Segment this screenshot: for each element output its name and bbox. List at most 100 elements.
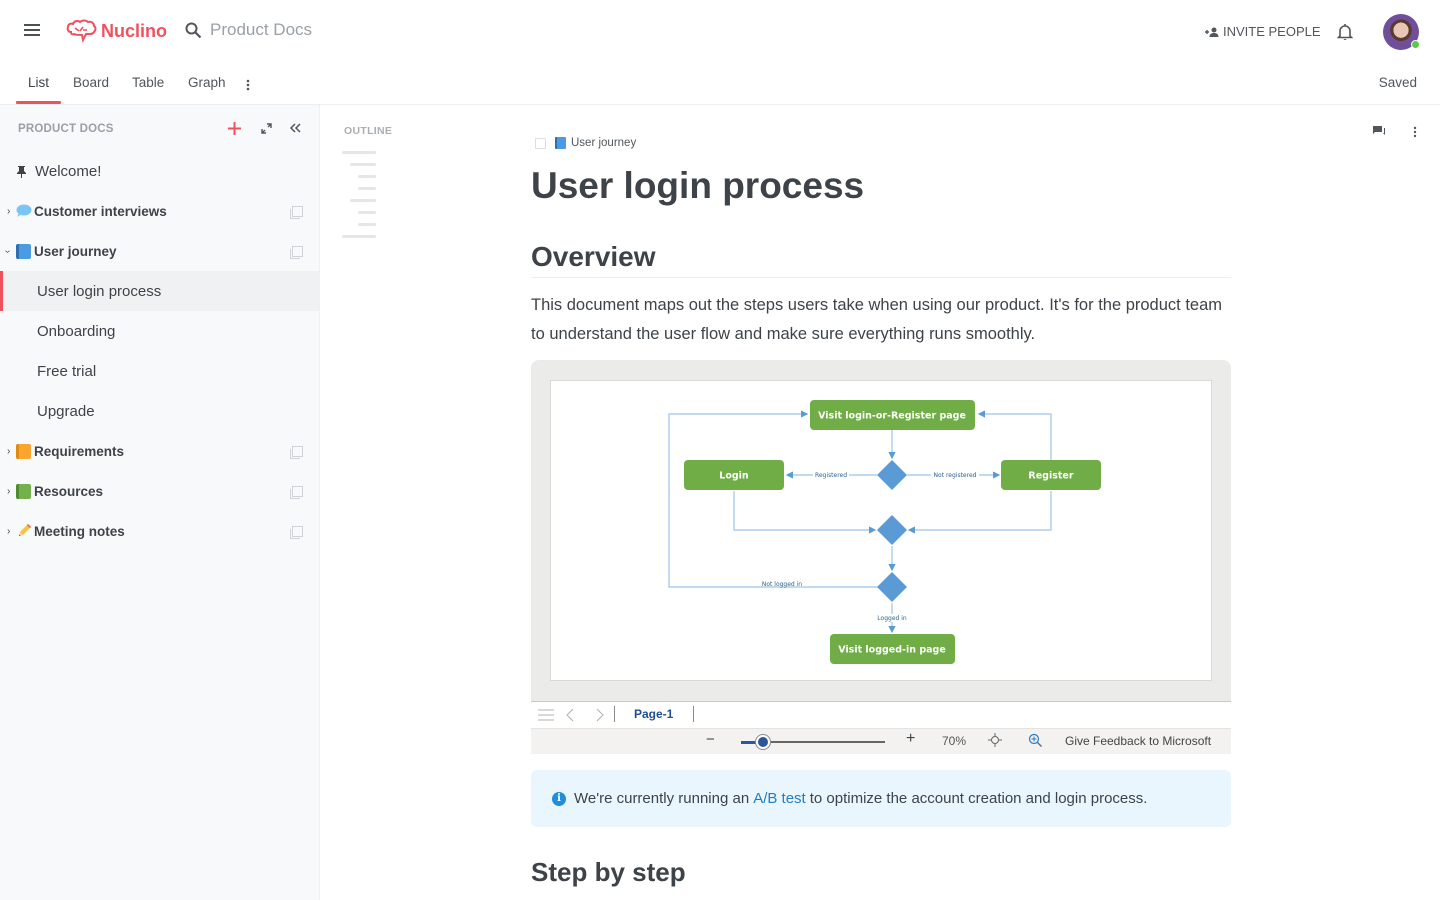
sidebar-item-requirements[interactable]: › Requirements bbox=[0, 431, 319, 471]
page-title[interactable]: User login process bbox=[531, 165, 864, 207]
node-label: Visit logged-in page bbox=[838, 645, 946, 656]
search-button[interactable]: Product Docs bbox=[185, 20, 312, 40]
more-vertical-icon[interactable] bbox=[245, 78, 251, 92]
hamburger-icon[interactable] bbox=[24, 24, 40, 40]
logo-text: Nuclino bbox=[101, 20, 167, 41]
sidebar-item-label: Upgrade bbox=[37, 402, 95, 420]
pages-menu-icon[interactable] bbox=[538, 709, 554, 721]
copy-icon[interactable] bbox=[290, 445, 303, 459]
tab-board[interactable]: Board bbox=[73, 75, 109, 102]
page-tab[interactable]: Page-1 bbox=[634, 707, 673, 721]
diagram-canvas[interactable]: Visit login-or-Register page Login Regis… bbox=[550, 380, 1212, 681]
outline-entry[interactable] bbox=[342, 235, 376, 238]
chevron-right-icon[interactable]: › bbox=[7, 526, 10, 537]
chevron-right-icon[interactable]: › bbox=[7, 446, 10, 457]
green-book-icon bbox=[16, 483, 31, 499]
edge-label-registered: Registered bbox=[815, 472, 847, 479]
outline-entry[interactable] bbox=[358, 211, 376, 214]
ab-test-link[interactable]: A/B test bbox=[753, 790, 806, 807]
info-icon: i bbox=[552, 791, 566, 806]
zoom-slider[interactable] bbox=[741, 735, 885, 749]
copy-icon[interactable] bbox=[290, 205, 303, 219]
user-avatar[interactable] bbox=[1383, 14, 1420, 50]
bell-icon bbox=[1336, 24, 1354, 41]
sidebar-item-welcome[interactable]: Welcome! bbox=[0, 151, 319, 191]
outline-label: OUTLINE bbox=[344, 125, 393, 137]
sidebar-item-label: Free trial bbox=[37, 362, 97, 380]
view-tabs: List Board Table Graph Saved bbox=[0, 64, 1440, 105]
edge-label-logged-in: Logged in bbox=[877, 615, 907, 622]
callout-text-after: to optimize the account creation and log… bbox=[809, 790, 1148, 807]
outline-entry[interactable] bbox=[358, 175, 376, 178]
sidebar-item-label: Meeting notes bbox=[34, 523, 125, 539]
copy-icon[interactable] bbox=[290, 485, 303, 499]
comments-icon[interactable] bbox=[1372, 125, 1386, 138]
zoom-in-button[interactable]: + bbox=[906, 730, 915, 748]
collapse-sidebar-icon[interactable] bbox=[289, 122, 301, 134]
orange-book-icon bbox=[16, 443, 31, 459]
copy-icon[interactable] bbox=[535, 137, 546, 149]
copy-icon[interactable] bbox=[290, 525, 303, 539]
flowchart: Visit login-or-Register page Login Regis… bbox=[668, 400, 1101, 664]
sidebar-item-label: Onboarding bbox=[37, 322, 116, 340]
sidebar-item-customer-interviews[interactable]: › Customer interviews bbox=[0, 191, 319, 231]
workspace-title: PRODUCT DOCS bbox=[18, 123, 114, 135]
outline-entry[interactable] bbox=[358, 223, 376, 226]
chevron-right-icon[interactable]: › bbox=[7, 206, 10, 217]
tab-list[interactable]: List bbox=[28, 75, 49, 102]
search-placeholder: Product Docs bbox=[210, 20, 313, 39]
notifications-button[interactable] bbox=[1336, 23, 1354, 46]
add-item-icon[interactable] bbox=[227, 121, 242, 136]
decision-merge bbox=[877, 515, 907, 545]
zoom-out-button[interactable]: − bbox=[706, 731, 715, 748]
divider bbox=[693, 706, 694, 722]
tab-graph[interactable]: Graph bbox=[188, 75, 226, 102]
sidebar-item-user-journey[interactable]: › User journey bbox=[0, 231, 319, 271]
embedded-diagram[interactable]: Visit login-or-Register page Login Regis… bbox=[531, 360, 1231, 754]
active-tab-indicator bbox=[16, 101, 61, 104]
breadcrumb[interactable]: User journey bbox=[535, 137, 636, 149]
chevron-right-icon[interactable] bbox=[596, 708, 604, 722]
node-label: Register bbox=[1028, 471, 1073, 482]
overview-heading: Overview bbox=[531, 241, 1231, 278]
sidebar-item-user-login-process[interactable]: User login process bbox=[0, 271, 319, 311]
divider bbox=[614, 706, 615, 722]
online-status-dot bbox=[1411, 40, 1420, 49]
chevron-down-icon[interactable]: › bbox=[2, 249, 13, 252]
tab-table[interactable]: Table bbox=[132, 75, 164, 102]
breadcrumb-parent[interactable]: User journey bbox=[571, 137, 636, 149]
sidebar-item-upgrade[interactable]: Upgrade bbox=[0, 391, 319, 431]
outline-entry[interactable] bbox=[350, 199, 376, 202]
chevron-right-icon[interactable]: › bbox=[7, 486, 10, 497]
sidebar-item-meeting-notes[interactable]: › Meeting notes bbox=[0, 511, 319, 551]
pan-icon[interactable] bbox=[988, 733, 1002, 747]
search-icon bbox=[185, 22, 202, 38]
blue-book-icon bbox=[16, 243, 31, 259]
decision-registered bbox=[877, 460, 907, 490]
sidebar-item-free-trial[interactable]: Free trial bbox=[0, 351, 319, 391]
sidebar-item-resources[interactable]: › Resources bbox=[0, 471, 319, 511]
sidebar-item-onboarding[interactable]: Onboarding bbox=[0, 311, 319, 351]
edge-loop-right bbox=[977, 410, 1052, 461]
copy-icon[interactable] bbox=[290, 245, 303, 259]
invite-people-button[interactable]: INVITE PEOPLE bbox=[1205, 24, 1321, 39]
zoom-to-fit-icon[interactable] bbox=[1028, 733, 1042, 747]
outline-entry[interactable] bbox=[358, 187, 376, 190]
outline-entry[interactable] bbox=[350, 163, 376, 166]
sidebar-item-label: User journey bbox=[34, 243, 117, 259]
blue-book-icon bbox=[555, 137, 566, 149]
callout-text-before: We're currently running an bbox=[574, 790, 750, 807]
decision-logged-in bbox=[877, 572, 907, 602]
pencil-icon bbox=[19, 524, 31, 536]
expand-icon[interactable] bbox=[261, 123, 272, 134]
more-vertical-icon[interactable] bbox=[1412, 126, 1418, 138]
chevron-left-icon[interactable] bbox=[566, 708, 574, 722]
node-label: Login bbox=[719, 471, 749, 482]
outline-entry[interactable] bbox=[342, 151, 376, 154]
sidebar-item-label: User login process bbox=[37, 282, 162, 300]
sidebar-item-label: Requirements bbox=[34, 443, 125, 459]
nuclino-logo[interactable]: Nuclino bbox=[65, 18, 167, 44]
give-feedback-link[interactable]: Give Feedback to Microsoft bbox=[1065, 734, 1211, 748]
node-label: Visit login-or-Register page bbox=[818, 411, 966, 422]
zoom-slider-handle[interactable] bbox=[755, 735, 770, 749]
